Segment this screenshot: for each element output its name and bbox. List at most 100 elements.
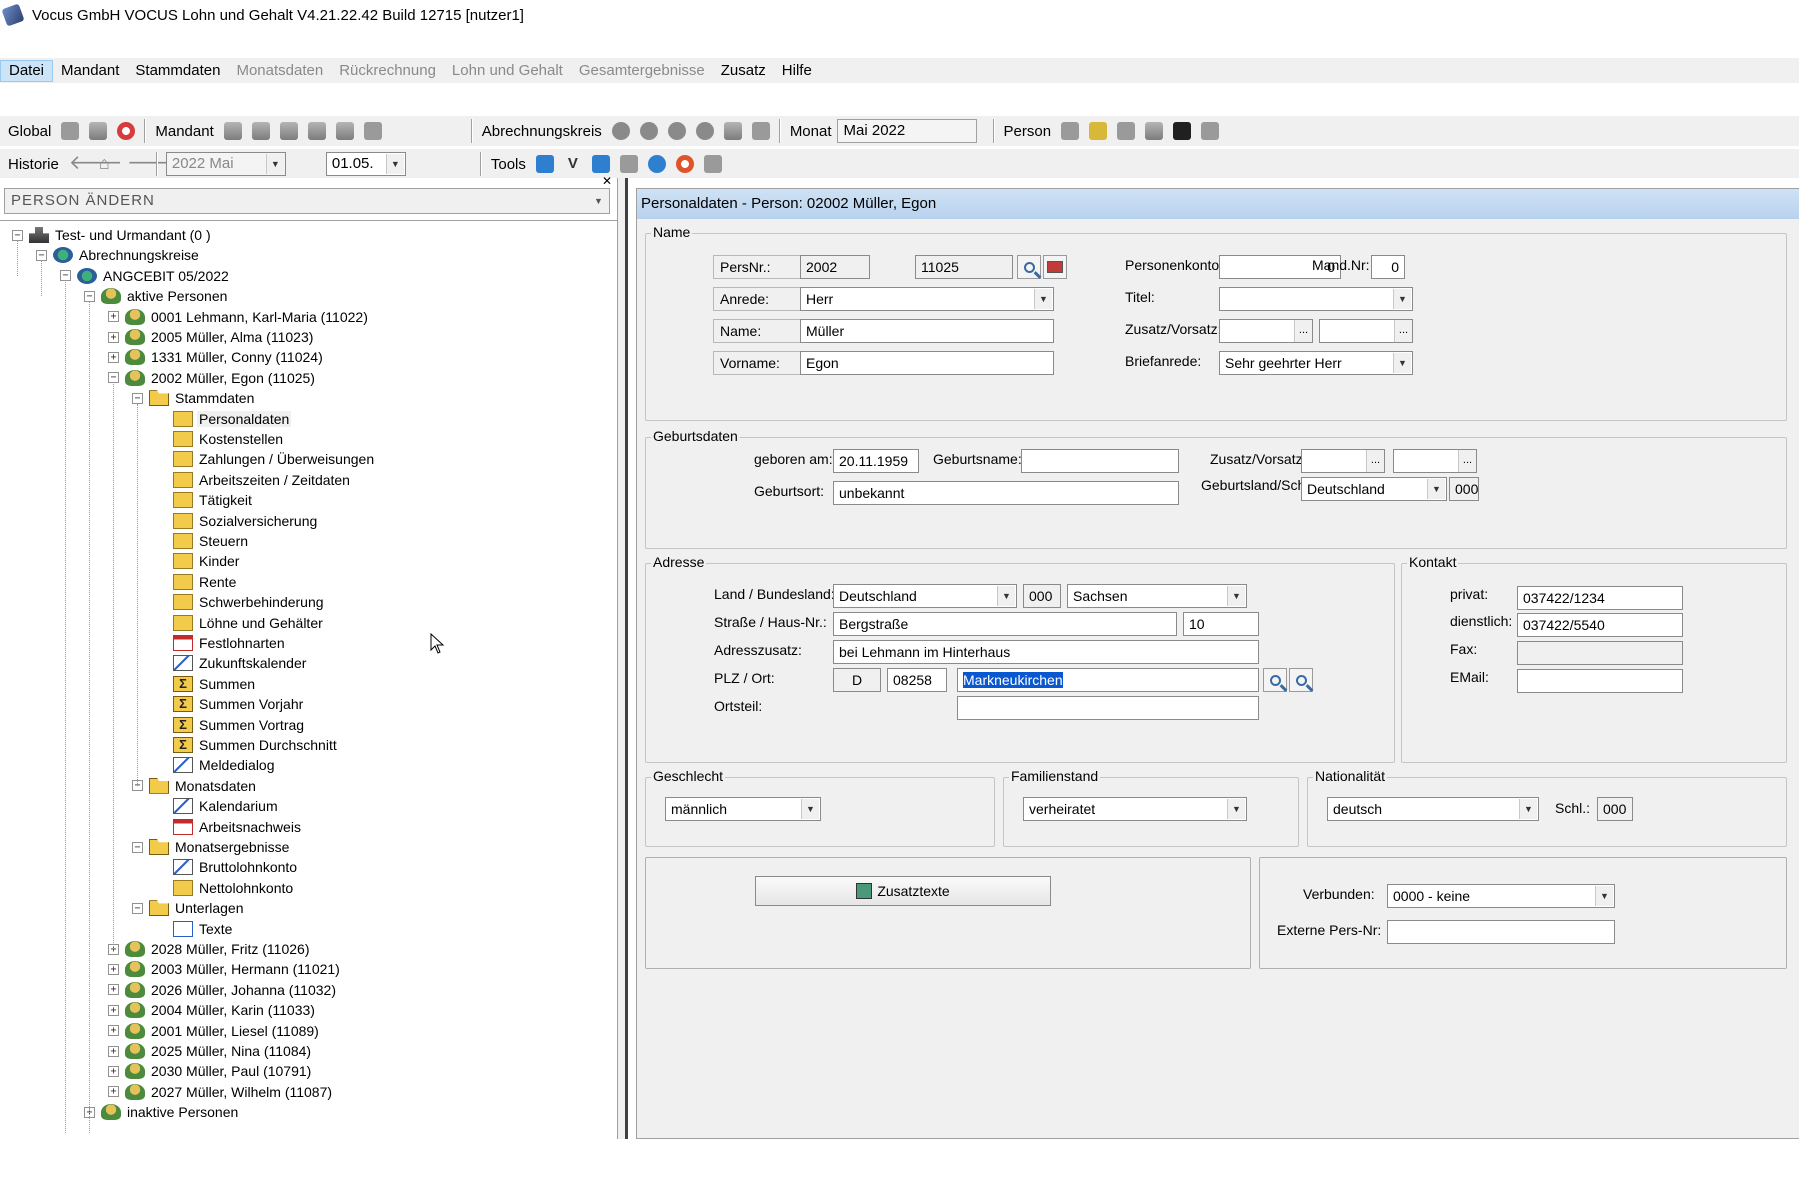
close-icon[interactable]: ✕ (600, 174, 614, 188)
tool-v-icon[interactable]: V (564, 155, 582, 173)
menu-hilfe[interactable]: Hilfe (774, 60, 820, 82)
person-search-button[interactable] (1017, 255, 1041, 279)
tool-monitor-icon[interactable] (535, 155, 554, 173)
home-icon[interactable]: ⌂ (99, 154, 117, 173)
tree-node[interactable]: +1331 Müller, Conny (11024) (108, 347, 325, 367)
tree-node[interactable]: Tätigkeit (156, 490, 254, 510)
strasse-field[interactable]: Bergstraße (833, 612, 1177, 636)
person-edit-icon[interactable] (1117, 122, 1136, 140)
tree-node[interactable]: − ANGCEBIT 05/2022 (60, 266, 231, 286)
ort-field[interactable]: Markneukirchen (957, 668, 1259, 692)
tree-node[interactable]: Σ Summen (156, 674, 257, 694)
tree-node[interactable]: − Abrechnungskreise (36, 245, 201, 265)
rss-icon[interactable] (703, 155, 722, 173)
tree-node[interactable]: − Monatsergebnisse (132, 837, 291, 857)
tree-node[interactable]: Meldedialog (156, 755, 277, 775)
person-search-icon[interactable] (1061, 122, 1080, 140)
persnr-field[interactable]: 2002 (800, 255, 870, 279)
menu-mandant[interactable]: Mandant (53, 60, 127, 82)
geburt-zusatz-field[interactable]: ... (1301, 449, 1385, 473)
zusatz-field[interactable]: ... (1219, 319, 1313, 343)
collapse-icon[interactable]: − (84, 290, 95, 302)
collapse-icon[interactable]: − (132, 841, 143, 853)
collapse-icon[interactable]: − (132, 392, 143, 404)
expand-icon[interactable]: + (108, 1086, 119, 1098)
expand-icon[interactable]: + (108, 984, 119, 996)
name-field[interactable]: Müller (800, 319, 1054, 343)
expand-icon[interactable]: + (108, 1004, 119, 1016)
geburtsland-select[interactable]: Deutschland ▼ (1301, 477, 1447, 501)
tree-node[interactable]: − 2002 Müller, Egon (11025) (108, 368, 317, 388)
expand-icon[interactable]: + (108, 331, 119, 343)
mandant-new-icon[interactable] (251, 122, 270, 140)
help-lifebuoy-icon[interactable] (675, 155, 694, 173)
tree-node[interactable]: − Unterlagen (132, 898, 246, 918)
tree-node[interactable]: Sozialversicherung (156, 511, 319, 531)
tree-node[interactable]: Zahlungen / Überweisungen (156, 449, 376, 469)
ort-search-button[interactable] (1289, 668, 1313, 692)
tree-node[interactable]: + inaktive Personen (84, 1102, 240, 1122)
menu-lohn-und-gehalt[interactable]: Lohn und Gehalt (444, 60, 571, 82)
menu-stammdaten[interactable]: Stammdaten (127, 60, 228, 82)
tree-node[interactable]: Löhne und Gehälter (156, 613, 325, 633)
tree-node[interactable]: +2028 Müller, Fritz (11026) (108, 939, 311, 959)
tree-node[interactable]: +2003 Müller, Hermann (11021) (108, 959, 342, 979)
bundesland-select[interactable]: Sachsen ▼ (1067, 584, 1247, 608)
geburtsort-field[interactable]: unbekannt (833, 481, 1179, 505)
tree-node[interactable]: Arbeitsnachweis (156, 817, 303, 837)
ellipsis-button[interactable]: ... (1294, 320, 1312, 342)
person-new-icon[interactable] (1089, 122, 1108, 140)
tree-node[interactable]: +0001 Lehmann, Karl-Maria (11022) (108, 307, 370, 327)
nationalitaet-schl-field[interactable]: 000 (1597, 797, 1633, 821)
expand-icon[interactable]: + (108, 1045, 119, 1057)
tree-node[interactable]: Zukunftskalender (156, 653, 308, 673)
nationalitaet-select[interactable]: deutsch ▼ (1327, 797, 1539, 821)
plz-field[interactable]: 08258 (887, 668, 947, 692)
expand-icon[interactable]: + (108, 1065, 119, 1077)
tree-node[interactable]: Schwerbehinderung (156, 592, 326, 612)
tree-node[interactable]: − Stammdaten (132, 388, 256, 408)
historie-month-select[interactable]: 2022 Mai ▼ (165, 152, 286, 176)
tree-node[interactable]: − Test- und Urmandant (0 ) (12, 225, 213, 245)
tree-node[interactable]: Σ Summen Durchschnitt (156, 735, 339, 755)
historie-day-select[interactable]: 01.05. ▼ (325, 152, 406, 176)
tree-node[interactable]: Nettolohnkonto (156, 878, 295, 898)
kreis-new-icon[interactable] (611, 122, 630, 140)
kreis-copy-icon[interactable] (667, 122, 686, 140)
expand-icon[interactable]: + (108, 963, 119, 975)
tree-node[interactable]: Texte (156, 919, 234, 939)
tree-node[interactable]: Personaldaten (156, 409, 292, 429)
tree-node[interactable]: +2030 Müller, Paul (10791) (108, 1061, 313, 1081)
plz-search-button[interactable] (1263, 668, 1287, 692)
kreis-tool-icon[interactable] (723, 122, 742, 140)
save-icon[interactable] (1173, 122, 1192, 140)
forward-arrow-icon[interactable]: 🡒 (127, 153, 181, 173)
mandant-save-icon[interactable] (363, 122, 382, 140)
tree-node[interactable]: Rente (156, 572, 238, 592)
expand-icon[interactable]: + (108, 1025, 119, 1037)
land-schl-field[interactable]: 000 (1023, 584, 1061, 608)
mandant-edit-icon[interactable] (279, 122, 298, 140)
menu-monatsdaten[interactable]: Monatsdaten (228, 60, 331, 82)
tree-node[interactable]: Kinder (156, 551, 241, 571)
dienstlich-field[interactable]: 037422/5540 (1517, 613, 1683, 637)
tree-node[interactable]: Festlohnarten (156, 633, 287, 653)
tree-node[interactable]: Kostenstellen (156, 429, 285, 449)
tool-book-icon[interactable] (619, 155, 638, 173)
kreis-save-icon[interactable] (751, 122, 770, 140)
geschlecht-select[interactable]: männlich ▼ (665, 797, 821, 821)
pane-splitter[interactable] (617, 178, 625, 1139)
kreis-edit-icon[interactable] (639, 122, 658, 140)
geburt-vorsatz-field[interactable]: ... (1393, 449, 1477, 473)
externe-persnr-field[interactable] (1387, 920, 1615, 944)
tool-calendar-icon[interactable] (591, 155, 610, 173)
fax-field[interactable] (1517, 641, 1683, 665)
familienstand-select[interactable]: verheiratet ▼ (1023, 797, 1247, 821)
expand-icon[interactable]: + (108, 351, 119, 363)
tree-node[interactable]: +2001 Müller, Liesel (11089) (108, 1021, 321, 1041)
mandnr-field[interactable]: 0 (1371, 255, 1405, 279)
person-delete-icon[interactable] (1201, 122, 1220, 140)
geburtsland-schl-field[interactable]: 000 (1449, 477, 1479, 501)
hausnr-field[interactable]: 10 (1183, 612, 1259, 636)
adresszusatz-field[interactable]: bei Lehmann im Hinterhaus (833, 640, 1259, 664)
